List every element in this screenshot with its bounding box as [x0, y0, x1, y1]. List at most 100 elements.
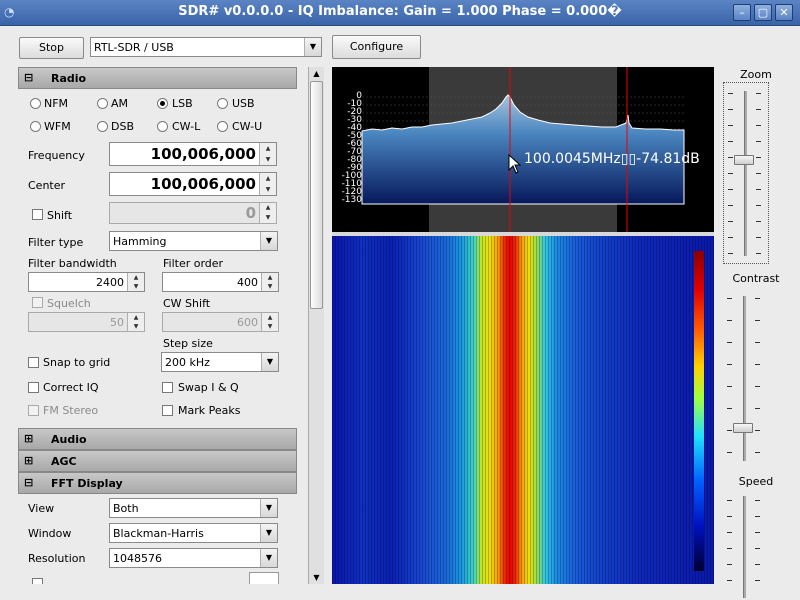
- db-axis: 0 -10 -20 -30 -40 -50 -60 -70 -80 -90 -1…: [336, 92, 362, 205]
- filter-bandwidth-label: Filter bandwidth: [28, 257, 117, 270]
- squelch-checkbox[interactable]: [32, 297, 43, 308]
- source-select[interactable]: RTL-SDR / USB ▼: [90, 37, 322, 57]
- slider-tick: [727, 320, 732, 321]
- mode-radio-cw-u[interactable]: [217, 121, 228, 132]
- slider-tick: [755, 532, 760, 533]
- shift-checkbox[interactable]: [32, 209, 43, 220]
- mode-radio-am[interactable]: [97, 98, 108, 109]
- snap-to-grid-checkbox[interactable]: [28, 357, 39, 368]
- resolution-select[interactable]: 1048576 ▼: [109, 548, 278, 568]
- contrast-slider[interactable]: [723, 288, 769, 468]
- configure-button[interactable]: Configure: [332, 35, 421, 59]
- squelch-input[interactable]: 50 ▲ ▼: [28, 312, 145, 332]
- mode-radio-lsb[interactable]: [157, 98, 168, 109]
- agc-section-header[interactable]: ⊞ AGC: [18, 450, 297, 472]
- correct-iq-checkbox[interactable]: [28, 382, 39, 393]
- contrast-track: [743, 296, 746, 461]
- collapse-icon[interactable]: ⊟: [24, 476, 33, 489]
- chevron-down-icon[interactable]: ▼: [260, 499, 277, 517]
- chevron-down-icon[interactable]: ▼: [260, 232, 277, 250]
- frequency-input[interactable]: 100,006,000 ▲ ▼: [109, 142, 277, 166]
- clipped-input[interactable]: [249, 572, 279, 584]
- slider-tick: [728, 141, 733, 142]
- waterfall-image: [332, 236, 714, 584]
- scroll-down-icon[interactable]: ▼: [309, 571, 324, 584]
- waterfall-display[interactable]: [332, 236, 714, 584]
- window-label: Window: [28, 527, 72, 540]
- db-tick: -130: [341, 195, 362, 205]
- mode-label-cw-u: CW-U: [232, 120, 263, 133]
- filter-type-value: Hamming: [113, 235, 167, 248]
- window-value: Blackman-Harris: [113, 527, 204, 540]
- slider-tick: [727, 516, 732, 517]
- cw-shift-input[interactable]: 600 ▲ ▼: [162, 312, 279, 332]
- expand-icon[interactable]: ⊞: [24, 432, 33, 445]
- mode-radio-cw-l[interactable]: [157, 121, 168, 132]
- audio-section-header[interactable]: ⊞ Audio: [18, 428, 297, 450]
- chevron-down-icon[interactable]: ▼: [304, 38, 321, 56]
- mode-radio-wfm[interactable]: [30, 121, 41, 132]
- radio-section-header[interactable]: ⊟ Radio: [18, 67, 297, 89]
- waterfall-color-scale: [694, 251, 704, 571]
- chevron-down-icon[interactable]: ▼: [260, 524, 277, 542]
- zoom-knob[interactable]: [734, 155, 754, 165]
- slider-tick: [727, 430, 732, 431]
- step-size-select[interactable]: 200 kHz ▼: [161, 352, 279, 372]
- spectrum-display[interactable]: 0 -10 -20 -30 -40 -50 -60 -70 -80 -90 -1…: [332, 67, 714, 232]
- frequency-value: 100,006,000: [150, 145, 256, 163]
- filter-type-select[interactable]: Hamming ▼: [109, 231, 278, 251]
- minimize-icon[interactable]: –: [733, 4, 751, 21]
- fm-stereo-checkbox[interactable]: [28, 405, 39, 416]
- view-label: View: [28, 502, 55, 515]
- close-icon[interactable]: ✕: [775, 4, 793, 21]
- audio-section-label: Audio: [51, 433, 87, 446]
- speed-slider[interactable]: [723, 490, 769, 598]
- left-panel-scrollbar[interactable]: ▲ ▼: [308, 67, 324, 584]
- center-label: Center: [28, 179, 66, 192]
- maximize-icon[interactable]: ▢: [754, 4, 772, 21]
- mouse-cursor-icon: [508, 154, 522, 174]
- slider-tick: [728, 237, 733, 238]
- scrollbar-thumb[interactable]: [310, 81, 323, 309]
- filter-order-input[interactable]: 400 ▲ ▼: [162, 272, 279, 292]
- cw-shift-value: 600: [237, 316, 258, 329]
- slider-tick: [727, 500, 732, 501]
- chevron-down-icon[interactable]: ▼: [261, 353, 278, 371]
- zoom-slider[interactable]: [723, 82, 769, 264]
- slider-tick: [755, 548, 760, 549]
- slider-tick: [755, 430, 760, 431]
- slider-tick: [756, 189, 761, 190]
- source-select-value: RTL-SDR / USB: [94, 41, 174, 54]
- view-select[interactable]: Both ▼: [109, 498, 278, 518]
- chevron-down-icon[interactable]: ▼: [260, 549, 277, 567]
- clipped-checkbox[interactable]: [32, 578, 43, 584]
- zoom-track: [744, 91, 747, 256]
- slider-tick: [755, 408, 760, 409]
- mark-peaks-checkbox[interactable]: [162, 405, 173, 416]
- scroll-up-icon[interactable]: ▲: [309, 67, 324, 80]
- slider-tick: [728, 173, 733, 174]
- contrast-knob[interactable]: [733, 423, 753, 433]
- fft-section-header[interactable]: ⊟ FFT Display: [18, 472, 297, 494]
- expand-icon[interactable]: ⊞: [24, 454, 33, 467]
- mode-radio-usb[interactable]: [217, 98, 228, 109]
- mode-radio-nfm[interactable]: [30, 98, 41, 109]
- slider-tick: [755, 452, 760, 453]
- collapse-icon[interactable]: ⊟: [24, 71, 33, 84]
- slider-tick: [727, 364, 732, 365]
- mode-radio-dsb[interactable]: [97, 121, 108, 132]
- slider-tick: [728, 157, 733, 158]
- filter-order-label: Filter order: [163, 257, 224, 270]
- stop-button[interactable]: Stop: [19, 37, 84, 59]
- view-value: Both: [113, 502, 139, 515]
- swap-iq-checkbox[interactable]: [162, 382, 173, 393]
- shift-input[interactable]: 0 ▲ ▼: [109, 202, 277, 224]
- slider-tick: [728, 109, 733, 110]
- title-bar[interactable]: ◔ SDR# v0.0.0.0 - IQ Imbalance: Gain = 1…: [0, 0, 800, 26]
- slider-tick: [756, 221, 761, 222]
- window-select[interactable]: Blackman-Harris ▼: [109, 523, 278, 543]
- speed-label: Speed: [738, 475, 774, 488]
- snap-to-grid-label: Snap to grid: [43, 356, 111, 369]
- center-input[interactable]: 100,006,000 ▲ ▼: [109, 172, 277, 196]
- filter-bandwidth-input[interactable]: 2400 ▲ ▼: [28, 272, 145, 292]
